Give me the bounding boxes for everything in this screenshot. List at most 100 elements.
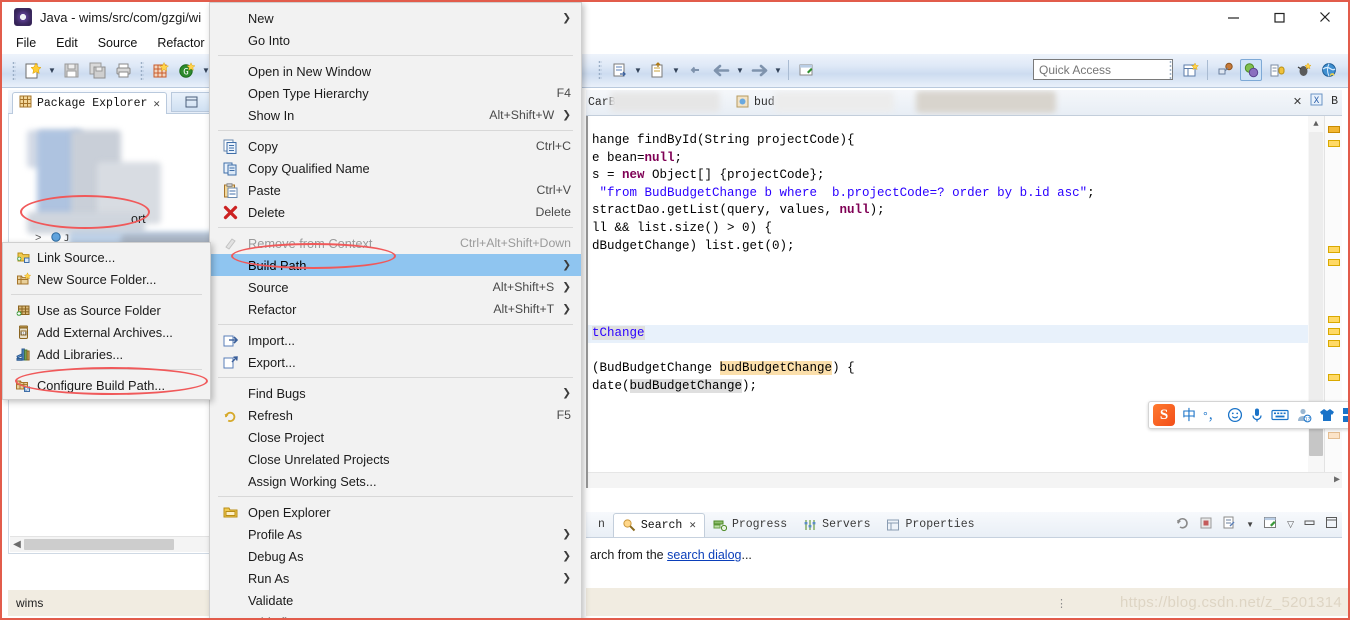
menu-item-new[interactable]: New ❯ — [210, 7, 581, 29]
refresh-icon[interactable] — [1175, 515, 1190, 533]
menu-item-build-path[interactable]: Build Path ❯ — [210, 254, 581, 276]
status-bar-menu-icon[interactable]: ⋮ — [1056, 597, 1068, 610]
editor-vscrollbar[interactable]: ▲ ▼ — [1308, 116, 1324, 488]
annotation-marker[interactable] — [1328, 246, 1340, 253]
menu-edit[interactable]: Edit — [56, 36, 78, 50]
menu-item-copy[interactable]: Copy Ctrl+C — [210, 135, 581, 157]
menu-item-run-as[interactable]: Run As ❯ — [210, 567, 581, 589]
close-icon[interactable]: ✕ — [689, 518, 696, 532]
scroll-right-icon[interactable]: ▶ — [1334, 472, 1340, 488]
submenu-item-configure-build-path[interactable]: Configure Build Path... — [3, 374, 210, 396]
menu-file[interactable]: File — [16, 36, 36, 50]
annotation-overview-ruler[interactable] — [1324, 116, 1342, 488]
menu-item-copy-qualified-name[interactable]: Copy Qualified Name — [210, 157, 581, 179]
menu-refactor[interactable]: Refactor — [157, 36, 204, 50]
new-icon[interactable] — [21, 59, 45, 83]
package-explorer-hscrollbar[interactable]: ◀ — [10, 536, 212, 552]
mic-icon[interactable] — [1250, 407, 1264, 423]
maximize-icon[interactable] — [1256, 2, 1302, 32]
java-browsing-icon[interactable] — [1214, 59, 1236, 81]
menu-item-open-type-hierarchy[interactable]: Open Type Hierarchy F4 — [210, 82, 581, 104]
menu-item-show-in[interactable]: Show In Alt+Shift+W ❯ — [210, 104, 581, 126]
close-icon[interactable]: ✕ — [1293, 95, 1302, 108]
java-ee-perspective-icon[interactable] — [1266, 59, 1288, 81]
annotation-marker[interactable] — [1328, 140, 1340, 147]
menu-item-close-unrelated-projects[interactable]: Close Unrelated Projects — [210, 448, 581, 470]
new-java-project-icon[interactable] — [149, 59, 173, 83]
scroll-up-icon[interactable]: ▲ — [1308, 116, 1324, 132]
menu-item-go-into[interactable]: Go Into — [210, 29, 581, 51]
minimize-icon[interactable] — [1210, 2, 1256, 32]
menu-item-import[interactable]: Import... — [210, 329, 581, 351]
view-menu-icon[interactable]: ▽ — [1287, 519, 1294, 530]
menu-item-find-bugs[interactable]: Find Bugs ❯ — [210, 382, 581, 404]
back-icon[interactable] — [709, 58, 733, 82]
tab-console[interactable]: n — [590, 513, 613, 537]
editor-tab-3[interactable]: B — [1331, 95, 1338, 108]
annotation-marker[interactable] — [1328, 126, 1340, 133]
forward-icon[interactable] — [747, 58, 771, 82]
submenu-item-new-source-folder[interactable]: New Source Folder... — [3, 268, 210, 290]
perspective-grip[interactable] — [1169, 60, 1173, 80]
external-tools-icon[interactable] — [794, 58, 818, 82]
save-all-icon[interactable] — [85, 59, 109, 83]
annotation-marker[interactable] — [1328, 328, 1340, 335]
step-into-icon[interactable] — [607, 58, 631, 82]
menu-item-validate[interactable]: Validate — [210, 589, 581, 611]
web-perspective-icon[interactable] — [1318, 59, 1340, 81]
print-icon[interactable] — [111, 59, 135, 83]
ime-punctuation-toggle[interactable]: °， — [1203, 407, 1220, 424]
submenu-item-link-source[interactable]: Link Source... — [3, 246, 210, 268]
new-dropdown-icon[interactable]: ▼ — [46, 59, 58, 83]
keyboard-icon[interactable] — [1271, 408, 1289, 422]
apps-icon[interactable] — [1342, 407, 1348, 423]
close-icon[interactable]: ✕ — [153, 97, 160, 111]
menu-item-delete[interactable]: Delete Delete — [210, 201, 581, 223]
toolbar-grip-2[interactable] — [140, 60, 144, 81]
annotation-marker[interactable] — [1328, 340, 1340, 347]
step-into-dropdown-icon[interactable]: ▼ — [632, 58, 644, 82]
java-perspective-icon[interactable] — [1240, 59, 1262, 81]
menu-item-open-in-new-window[interactable]: Open in New Window — [210, 60, 581, 82]
chevron-left-icon[interactable]: ◀ — [10, 539, 24, 550]
menu-item-debug-as[interactable]: Debug As ❯ — [210, 545, 581, 567]
toolbar-grip[interactable] — [12, 60, 16, 81]
step-return-icon[interactable] — [645, 58, 669, 82]
chevron-down-icon[interactable]: ▼ — [1246, 520, 1254, 529]
search-dialog-link[interactable]: search dialog — [667, 548, 741, 562]
editor-tab-2[interactable]: bud — [754, 96, 775, 109]
back-small-icon[interactable] — [683, 58, 707, 82]
menu-item-export[interactable]: Export... — [210, 351, 581, 373]
stop-icon[interactable] — [1199, 516, 1213, 533]
pin-icon[interactable] — [1222, 515, 1237, 533]
code-editor[interactable]: hange findById(String projectCode){ e be… — [586, 116, 1342, 488]
tab-servers[interactable]: Servers — [795, 513, 878, 537]
new-annotation-icon[interactable]: G — [175, 59, 199, 83]
ime-emoji-icon[interactable] — [1227, 407, 1243, 423]
menu-item-refresh[interactable]: Refresh F5 — [210, 404, 581, 426]
editor-hscrollbar[interactable]: ▶ — [588, 472, 1342, 488]
tab-progress[interactable]: Progress — [705, 513, 795, 537]
maximize-icon[interactable] — [1325, 516, 1338, 532]
menu-item-refactor[interactable]: Refactor Alt+Shift+T ❯ — [210, 298, 581, 320]
toolbar-grip-4[interactable] — [598, 60, 602, 80]
menu-item-source[interactable]: Source Alt+Shift+S ❯ — [210, 276, 581, 298]
quick-access-input[interactable] — [1033, 59, 1173, 80]
menu-item-add-xfire-nature[interactable]: X Add xfire nature — [210, 611, 581, 619]
submenu-item-use-as-source-folder[interactable]: Use as Source Folder — [3, 299, 210, 321]
forward-dropdown-icon[interactable]: ▼ — [772, 58, 784, 82]
save-icon[interactable] — [59, 59, 83, 83]
scrollbar-track[interactable] — [1309, 132, 1323, 432]
submenu-item-add-libraries[interactable]: Add Libraries... — [3, 343, 210, 365]
tab-search[interactable]: Search ✕ — [612, 512, 705, 537]
annotation-marker[interactable] — [1328, 259, 1340, 266]
submenu-item-add-external-archives[interactable]: 010 Add External Archives... — [3, 321, 210, 343]
annotation-marker[interactable] — [1328, 432, 1340, 439]
menu-item-close-project[interactable]: Close Project — [210, 426, 581, 448]
annotation-marker[interactable] — [1328, 316, 1340, 323]
menu-item-profile-as[interactable]: Profile As ❯ — [210, 523, 581, 545]
new-search-icon[interactable] — [1263, 515, 1278, 533]
user-icon[interactable]: 17 — [1296, 407, 1312, 423]
debug-perspective-icon[interactable] — [1292, 59, 1314, 81]
tab-package-explorer[interactable]: Package Explorer ✕ — [12, 92, 168, 114]
